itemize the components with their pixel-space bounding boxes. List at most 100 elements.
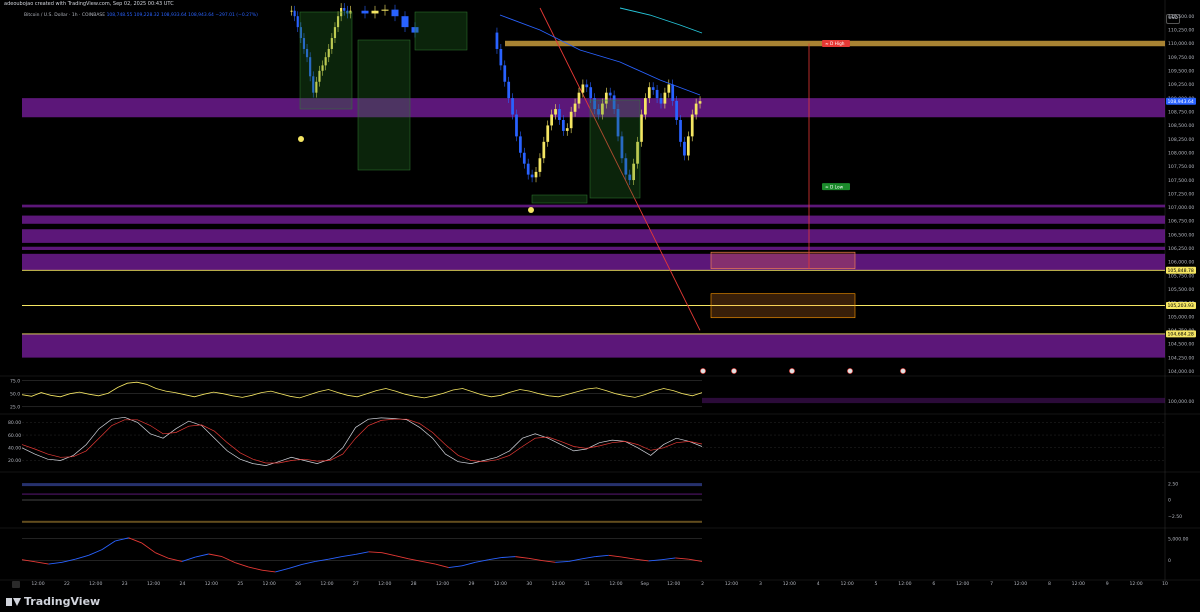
y-tick-label: 107,500.00	[1168, 178, 1194, 184]
momentum-line	[301, 560, 316, 565]
candle-body	[515, 114, 518, 137]
candle-body	[573, 103, 577, 112]
osc-tick-label: −2.50	[1168, 514, 1182, 520]
candle-body	[679, 119, 682, 142]
candle-body	[534, 171, 538, 178]
candle-body	[371, 10, 379, 14]
x-tick-label: 2	[701, 581, 704, 587]
candle-body	[554, 109, 557, 115]
momentum-line	[75, 554, 89, 560]
candle-body	[495, 32, 499, 49]
x-tick-label: 28	[411, 581, 417, 587]
candle-body	[381, 9, 389, 11]
x-tick-label: 12:00	[31, 581, 44, 587]
candle-body	[293, 10, 296, 17]
x-tick-label: 12:00	[320, 581, 333, 587]
x-tick-label: 27	[353, 581, 359, 587]
momentum-line	[141, 542, 156, 554]
osc-tick-label: 2.50	[1168, 481, 1178, 487]
momentum-line	[155, 552, 169, 559]
momentum-line	[195, 553, 209, 558]
order-block	[531, 194, 588, 204]
momentum-line	[355, 551, 369, 555]
time-zone-button[interactable]	[12, 581, 20, 588]
candle-body	[663, 92, 667, 104]
x-tick-label: 29	[469, 581, 475, 587]
signal-marker	[528, 207, 534, 213]
event-icon	[847, 368, 853, 374]
brand-logo: TradingView	[6, 595, 100, 608]
y-tick-label: 108,750.00	[1168, 109, 1194, 115]
moving-average	[619, 7, 703, 34]
candle-body	[589, 87, 593, 99]
x-tick-label: 31	[584, 581, 590, 587]
candle-body	[391, 9, 399, 17]
momentum-line	[288, 564, 303, 569]
candle-body	[675, 100, 678, 120]
momentum-line	[88, 549, 103, 556]
momentum-line	[101, 540, 116, 551]
candle-body	[577, 92, 581, 104]
stoch-line	[21, 418, 703, 464]
momentum-line	[208, 553, 223, 558]
momentum-line	[475, 559, 489, 563]
candle-body	[538, 158, 542, 172]
price-zone	[22, 246, 1165, 250]
x-tick-label: 12:00	[552, 581, 565, 587]
event-icon	[900, 368, 906, 374]
candle-body	[561, 119, 565, 131]
mom-tick-label: 5,000.00	[1168, 536, 1189, 542]
momentum-line	[688, 558, 703, 562]
candle-body	[546, 125, 550, 142]
momentum-line	[21, 559, 36, 563]
momentum-line	[181, 556, 196, 562]
momentum-line	[661, 557, 676, 561]
rsi-tick-label: 75.0	[10, 378, 20, 384]
y-tick-label: 110,500.00	[1168, 14, 1194, 20]
candle-body	[640, 114, 643, 142]
chart-canvas[interactable]: 110,500.00 110,250.00 110,000.00 109,750.00…	[0, 0, 1200, 612]
x-tick-label: 8	[1048, 581, 1051, 587]
momentum-line	[595, 554, 609, 558]
momentum-line	[275, 567, 289, 573]
x-tick-label: 23	[122, 581, 128, 587]
momentum-line	[488, 557, 503, 561]
momentum-line	[421, 560, 436, 565]
candle-body	[503, 65, 507, 82]
momentum-line	[621, 556, 636, 560]
momentum-line	[648, 559, 663, 562]
brand-name: TradingView	[24, 595, 101, 608]
price-label: 105,848.78	[1168, 268, 1194, 274]
y-tick-label: 105,000.00	[1168, 314, 1194, 320]
y-tick-label: 107,250.00	[1168, 191, 1194, 197]
candle-body	[519, 136, 522, 153]
annotation-label: ≈ D High	[825, 41, 845, 47]
x-tick-label: 12:00	[263, 581, 276, 587]
x-tick-label: 12:00	[1072, 581, 1085, 587]
order-block	[357, 39, 411, 171]
momentum-line	[341, 553, 356, 558]
x-tick-label: 22	[64, 581, 70, 587]
y-tick-label: 108,250.00	[1168, 137, 1194, 143]
signal-marker	[298, 136, 304, 142]
osc-tick-label: 0	[1168, 498, 1171, 504]
order-block	[299, 11, 353, 110]
projection-box	[710, 251, 856, 269]
x-tick-label: 10	[1162, 581, 1168, 587]
x-tick-label: 12:00	[956, 581, 969, 587]
momentum-line	[555, 560, 569, 563]
y-tick-label: 108,000.00	[1168, 150, 1194, 156]
momentum-line	[261, 569, 276, 573]
momentum-line	[48, 561, 63, 565]
momentum-line	[568, 558, 583, 562]
y-tick-label: 104,000.00	[1168, 369, 1194, 375]
price-zone	[22, 334, 1165, 358]
price-zone	[22, 229, 1165, 243]
price-zone	[22, 204, 1165, 208]
candle-body	[530, 174, 534, 178]
x-tick-label: 24	[180, 581, 186, 587]
candle-body	[522, 152, 526, 164]
projection-box	[710, 293, 856, 319]
y-tick-label: 110,250.00	[1168, 28, 1194, 34]
momentum-line	[381, 552, 396, 557]
